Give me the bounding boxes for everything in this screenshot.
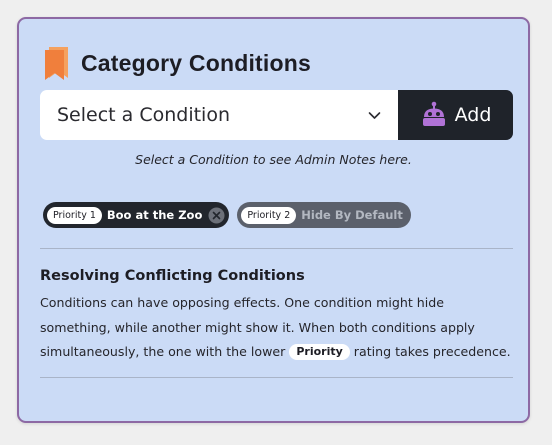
chevron-down-icon: [368, 111, 381, 119]
priority-badge: Priority 1: [47, 206, 102, 224]
condition-chip-label: Hide By Default: [301, 208, 403, 222]
condition-chip[interactable]: Priority 1 Boo at the Zoo: [43, 202, 230, 228]
add-button[interactable]: Add: [398, 90, 513, 140]
condition-chips: Priority 1 Boo at the Zoo Priority 2 Hid…: [43, 202, 419, 228]
admin-notes-hint: Select a Condition to see Admin Notes he…: [135, 152, 412, 167]
section-body: Conditions can have opposing effects. On…: [40, 291, 518, 365]
condition-select-value: Select a Condition: [57, 104, 231, 126]
section-title: Resolving Conflicting Conditions: [40, 268, 305, 284]
divider: [40, 248, 513, 249]
page-title: Category Conditions: [81, 49, 311, 76]
priority-badge: Priority 2: [241, 206, 297, 224]
close-icon[interactable]: [208, 207, 225, 224]
condition-chip-label: Boo at the Zoo: [106, 208, 203, 222]
priority-inline-badge: Priority: [289, 344, 350, 360]
bookmark-icon: [45, 47, 68, 80]
section-body-text-end: rating takes precedence.: [353, 344, 511, 359]
condition-chip[interactable]: Priority 2 Hide By Default: [237, 202, 411, 228]
robot-icon: [422, 101, 445, 126]
category-conditions-card: Category Conditions Select a Condition A…: [17, 17, 530, 423]
condition-picker: Select a Condition Add: [40, 90, 513, 140]
condition-select[interactable]: Select a Condition: [40, 90, 398, 140]
divider: [40, 377, 513, 378]
add-button-label: Add: [454, 104, 492, 126]
card-header: Category Conditions: [43, 45, 311, 81]
